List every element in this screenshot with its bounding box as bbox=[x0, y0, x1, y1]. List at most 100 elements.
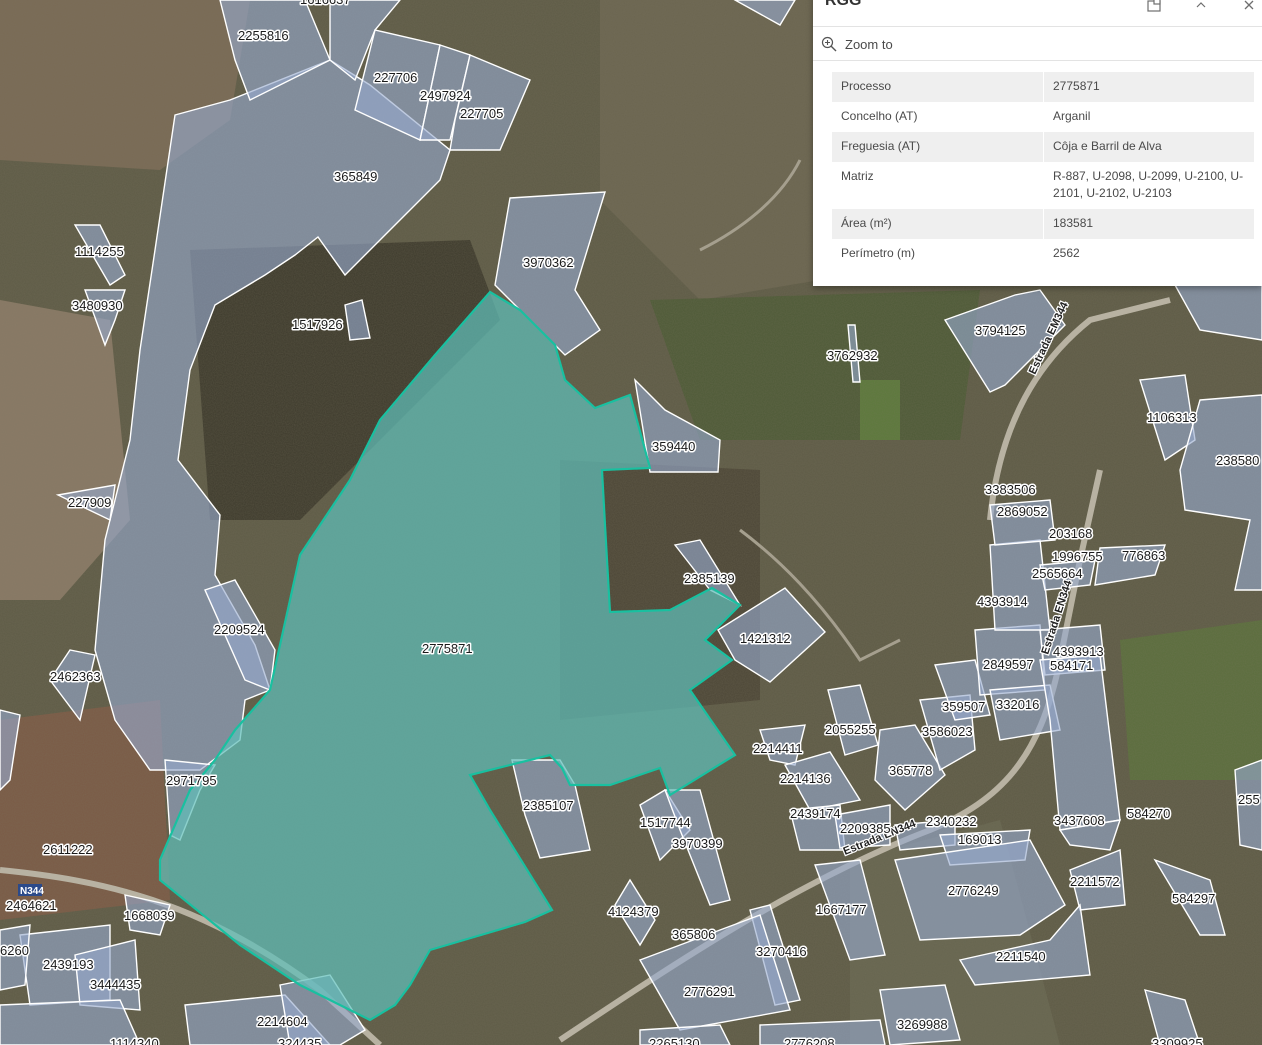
parcel-label: 1106313 bbox=[1147, 410, 1197, 425]
parcel-label: 3762932 bbox=[827, 348, 878, 363]
parcel-label: 2971795 bbox=[166, 773, 217, 788]
parcel-label: 2775871 bbox=[422, 641, 473, 656]
parcel-label: 1421312 bbox=[740, 631, 791, 646]
parcel-label: 2776208 bbox=[784, 1036, 835, 1045]
parcel-label: 2214136 bbox=[780, 771, 831, 786]
parcel-label: 1114255 bbox=[75, 244, 124, 259]
parcel-label: 776863 bbox=[1122, 548, 1165, 563]
parcel-label: 332016 bbox=[996, 697, 1039, 712]
table-row: Área (m²) 183581 bbox=[832, 209, 1254, 239]
parcel-label: 2849597 bbox=[983, 657, 1034, 672]
parcel-label: 3794125 bbox=[975, 323, 1026, 338]
n344-shield-icon: N344 bbox=[18, 884, 44, 897]
parcel-label: 2462363 bbox=[50, 669, 101, 684]
dock-icon[interactable] bbox=[1143, 0, 1165, 16]
table-row: Matriz R-887, U-2098, U-2099, U-2100, U-… bbox=[832, 162, 1254, 209]
parcel-label: 2385139 bbox=[684, 571, 735, 586]
zoom-in-icon bbox=[821, 36, 837, 52]
parcel-label: 584171 bbox=[1050, 658, 1093, 673]
parcel-label: 3970399 bbox=[672, 836, 723, 851]
parcel-label: 2497924 bbox=[420, 88, 471, 103]
parcel-label: 1517744 bbox=[640, 815, 691, 830]
attr-key: Concelho (AT) bbox=[832, 102, 1044, 132]
parcel-4393914[interactable] bbox=[989, 539, 1051, 631]
svg-text:N344: N344 bbox=[20, 886, 44, 897]
parcel-label: 365849 bbox=[334, 169, 377, 184]
parcel-label: 359440 bbox=[652, 439, 695, 454]
parcel-label: 2265130 bbox=[649, 1036, 700, 1045]
parcel-label: 2565664 bbox=[1032, 566, 1083, 581]
table-row: Concelho (AT) Arganil bbox=[832, 102, 1254, 132]
parcel-label: 2439174 bbox=[790, 806, 841, 821]
parcel-label: 2869052 bbox=[997, 504, 1048, 519]
parcel-label: 584270 bbox=[1127, 806, 1170, 821]
parcel-label: 2340232 bbox=[926, 814, 977, 829]
parcel-label: 365778 bbox=[889, 763, 932, 778]
attr-value: 2775871 bbox=[1043, 72, 1254, 102]
popup-actions: Zoom to bbox=[813, 27, 1262, 61]
parcel-label: 2055255 bbox=[825, 722, 876, 737]
parcel-label: 3480930 bbox=[72, 298, 123, 313]
parcel-label: 2214604 bbox=[257, 1014, 308, 1029]
attr-key: Freguesia (AT) bbox=[832, 132, 1044, 162]
parcel-label: 3437608 bbox=[1054, 813, 1105, 828]
table-row: Freguesia (AT) Côja e Barril de Alva bbox=[832, 132, 1254, 162]
parcel-label: 2211572 bbox=[1070, 874, 1120, 889]
parcel-label: 3586023 bbox=[922, 724, 973, 739]
attr-key: Processo bbox=[832, 72, 1044, 102]
zoom-to-button[interactable]: Zoom to bbox=[821, 34, 893, 54]
attr-value: R-887, U-2098, U-2099, U-2100, U-2101, U… bbox=[1053, 169, 1244, 200]
collapse-icon[interactable] bbox=[1190, 0, 1212, 16]
parcel-label: 324435 bbox=[278, 1036, 321, 1045]
parcel-label: 3269988 bbox=[897, 1017, 948, 1032]
attr-key: Área (m²) bbox=[832, 209, 1044, 239]
parcel-label: 1667177 bbox=[816, 902, 867, 917]
parcel-label: 3309925 bbox=[1152, 1036, 1203, 1045]
parcel-label: 1668039 bbox=[124, 908, 175, 923]
parcel-label: 169013 bbox=[958, 832, 1001, 847]
parcel-label: 584297 bbox=[1172, 891, 1215, 906]
parcel-label: 6260 bbox=[0, 943, 29, 958]
parcel-label: 2214411 bbox=[753, 741, 803, 756]
parcel-label: 4393913 bbox=[1053, 644, 1104, 659]
parcel-label: 238580 bbox=[1216, 453, 1259, 468]
popup-title: RGG bbox=[825, 0, 862, 9]
parcel-label: 2611222 bbox=[43, 842, 93, 857]
parcel-label: 3270416 bbox=[756, 944, 807, 959]
parcel-label: 2209524 bbox=[214, 622, 265, 637]
parcel-label: 2464621 bbox=[6, 898, 57, 913]
parcel-3269988[interactable] bbox=[879, 984, 961, 1045]
parcel-label: 3444435 bbox=[90, 977, 141, 992]
parcel-label: 3383506 bbox=[985, 482, 1036, 497]
attr-value: 183581 bbox=[1043, 209, 1254, 239]
parcel-label: 2211540 bbox=[996, 949, 1046, 964]
parcel-label: 1517926 bbox=[292, 317, 343, 332]
parcel-label: 227706 bbox=[374, 70, 417, 85]
parcel-label: 2776249 bbox=[948, 883, 999, 898]
parcel-label: 2255816 bbox=[238, 28, 289, 43]
parcel-label: 2209385 bbox=[840, 821, 891, 836]
attr-value: Côja e Barril de Alva bbox=[1043, 132, 1254, 162]
zoom-to-label: Zoom to bbox=[845, 36, 893, 52]
parcel-label: 1114340 bbox=[110, 1036, 159, 1045]
parcel-label: 2439193 bbox=[43, 957, 94, 972]
parcel-label: 4124379 bbox=[608, 904, 659, 919]
parcel-label: 365806 bbox=[672, 927, 715, 942]
parcel-label: 227705 bbox=[460, 106, 503, 121]
parcel-label: 3970362 bbox=[523, 255, 574, 270]
attr-key: Matriz bbox=[832, 162, 1044, 209]
feature-popup: RGG Zoom to Processo 2775871 Concelho (A… bbox=[813, 0, 1262, 286]
popup-header: RGG bbox=[813, 0, 1262, 27]
close-icon[interactable] bbox=[1238, 0, 1260, 16]
parcel-label: 1616637 bbox=[300, 0, 351, 7]
parcel-label: 2776291 bbox=[684, 984, 735, 999]
attr-value: Arganil bbox=[1053, 109, 1091, 123]
parcel-label: 2385107 bbox=[523, 798, 574, 813]
parcel-label: 1996755 bbox=[1052, 549, 1103, 564]
parcel-label: 227909 bbox=[68, 495, 111, 510]
parcel-label: 203168 bbox=[1049, 526, 1092, 541]
parcel-label: 4393914 bbox=[977, 594, 1028, 609]
attribute-table: Processo 2775871 Concelho (AT) Arganil F… bbox=[832, 72, 1254, 269]
attr-value: 2562 bbox=[1053, 246, 1080, 260]
table-row: Processo 2775871 bbox=[832, 72, 1254, 102]
